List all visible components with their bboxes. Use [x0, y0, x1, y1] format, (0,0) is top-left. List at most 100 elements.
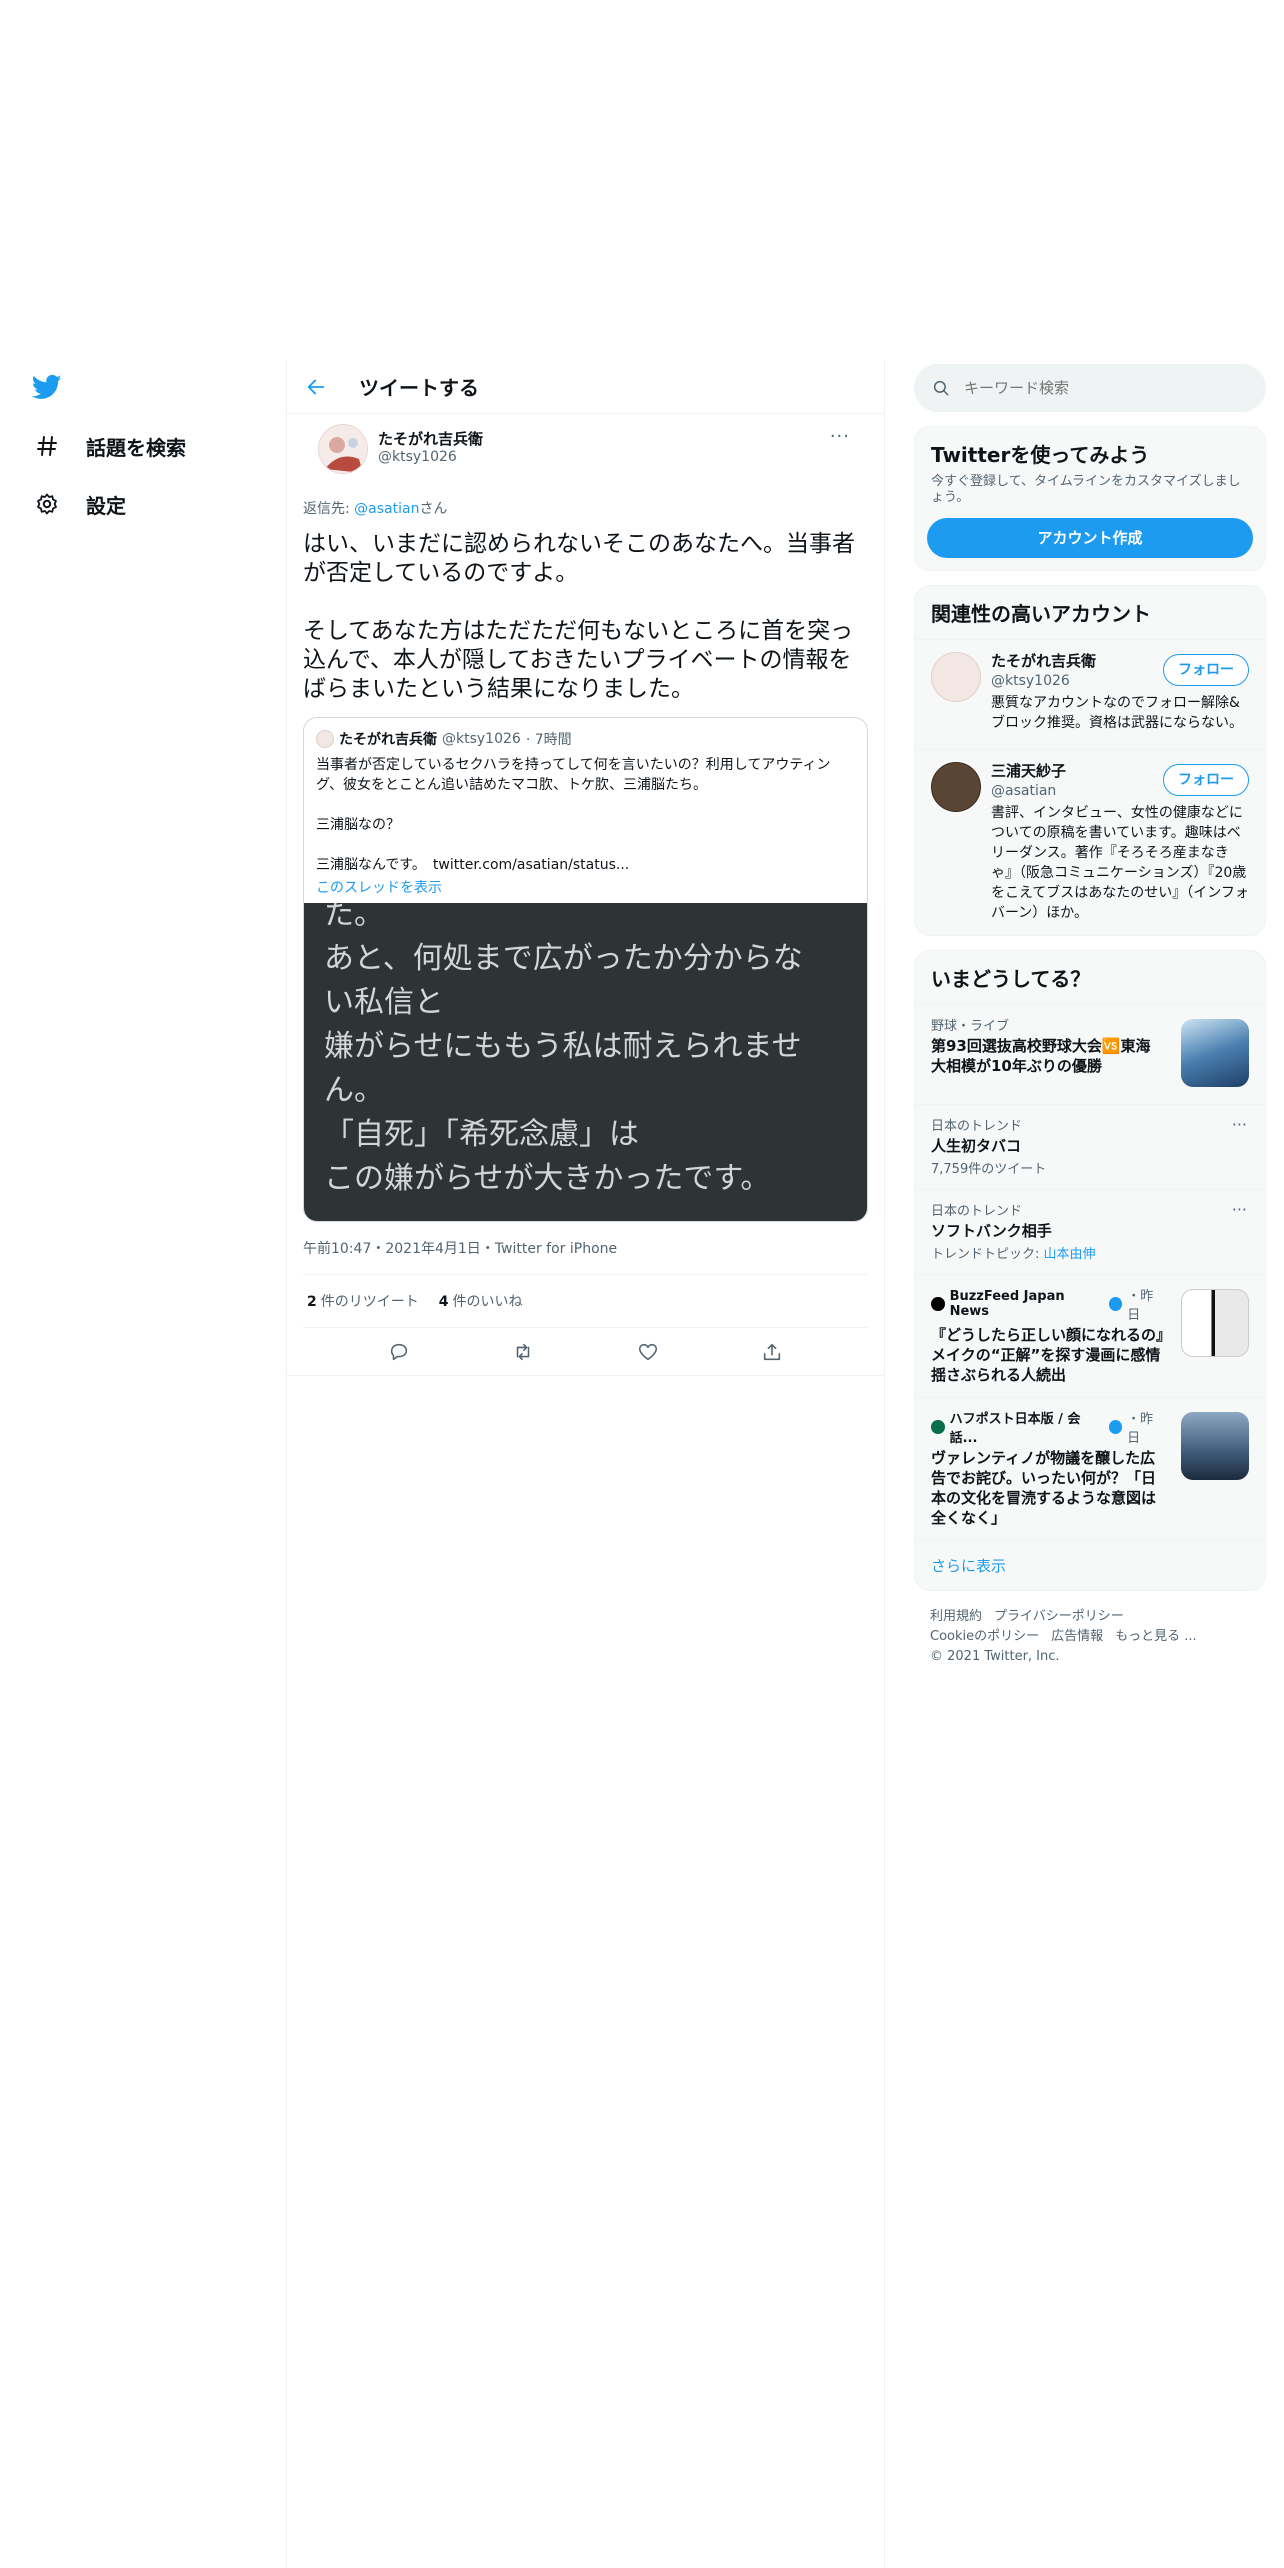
- tweet: たそがれ吉兵衛 @ktsy1026 ··· 返信先: @asatianさん はい…: [287, 414, 884, 1376]
- nav-explore-label: 話題を検索: [86, 435, 186, 460]
- quoted-time: · 7時間: [525, 732, 572, 748]
- more-options-icon[interactable]: ···: [830, 426, 850, 447]
- trend-item[interactable]: 野球・ライブ 第93回選抜高校野球大会🆚東海大相模が10年ぶりの優勝: [915, 1004, 1265, 1104]
- trend-title: ソフトバンク相手: [931, 1222, 1052, 1240]
- news-item[interactable]: BuzzFeed Japan News ・昨日 『どうしたら正しい顔になれるの』…: [915, 1274, 1265, 1397]
- like-stat[interactable]: 4 件のいいね: [439, 1291, 523, 1311]
- image-text-line: 「自死」「希死念慮」は: [324, 1117, 639, 1152]
- gear-icon: [34, 491, 60, 517]
- quoted-tweet[interactable]: たそがれ吉兵衛 @ktsy1026 · 7時間 当事者が否定しているセクハラを持…: [303, 717, 868, 1222]
- news-thumbnail: [1181, 1412, 1249, 1480]
- quoted-text-paragraph: 当事者が否定しているセクハラを持ってして何を言いたいの？利用してアウティング、彼…: [316, 757, 831, 793]
- image-text-line: い私信と: [324, 985, 444, 1020]
- image-text-line: た。: [324, 903, 384, 932]
- nav-explore[interactable]: 話題を検索: [34, 426, 186, 466]
- image-text-line: 嫌がらせにももう私は耐えられませ: [324, 1029, 802, 1064]
- quoted-tweet-text: 当事者が否定しているセクハラを持ってして何を言いたいの？利用してアウティング、彼…: [316, 755, 855, 875]
- like-label: 件のいいね: [452, 1294, 523, 1310]
- tweet-timestamp[interactable]: 午前10:47・2021年4月1日・Twitter for iPhone: [303, 1238, 868, 1258]
- news-item[interactable]: ハフポスト日本版 / 会話... ・昨日 ヴァレンティノが物議を醸した広告でお詫…: [915, 1397, 1265, 1540]
- retweet-label: 件のリツイート: [320, 1294, 419, 1310]
- footer-link[interactable]: 広告情報: [1051, 1629, 1103, 1644]
- tweet-text-paragraph: はい、いまだに認められないそこのあなたへ。当事者が否定しているのですよ。: [303, 531, 855, 586]
- retweet-icon[interactable]: [512, 1341, 534, 1363]
- follow-button[interactable]: フォロー: [1163, 764, 1249, 796]
- footer-row: 利用規約 プライバシーポリシー: [930, 1607, 1250, 1627]
- share-icon[interactable]: [761, 1341, 783, 1363]
- trend-item[interactable]: 日本のトレンド 人生初タバコ 7,759件のツイート ···: [915, 1104, 1265, 1189]
- footer: 利用規約 プライバシーポリシー Cookieのポリシー 広告情報 もっと見る ... …: [914, 1591, 1266, 1683]
- trend-topic-link[interactable]: 山本由伸: [1044, 1247, 1096, 1262]
- related-account[interactable]: 三浦天紗子 @asatian 書評、インタビュー、女性の健康などについての原稿を…: [915, 749, 1265, 935]
- trend-topic-prefix: トレンドトピック:: [931, 1247, 1044, 1262]
- news-thumbnail: [1181, 1289, 1249, 1357]
- footer-link[interactable]: プライバシーポリシー: [994, 1609, 1124, 1624]
- search-box[interactable]: [914, 364, 1266, 412]
- retweet-stat[interactable]: 2 件のリツイート: [307, 1291, 419, 1311]
- author-name[interactable]: たそがれ吉兵衛: [378, 428, 483, 449]
- like-count: 4: [438, 1294, 449, 1310]
- right-sidebar: Twitterを使ってみよう 今すぐ登録して、タイムラインをカスタマイズしましょ…: [914, 360, 1266, 1683]
- nav-settings[interactable]: 設定: [34, 484, 126, 524]
- avatar[interactable]: [318, 424, 368, 474]
- footer-link[interactable]: もっと見る ...: [1115, 1629, 1197, 1644]
- image-text-line: ん。: [324, 1073, 384, 1108]
- trend-title: 第93回選抜高校野球大会🆚東海大相模が10年ぶりの優勝: [931, 1037, 1151, 1075]
- avatar[interactable]: [931, 762, 981, 812]
- show-more-link[interactable]: さらに表示: [915, 1540, 1265, 1590]
- like-icon[interactable]: [637, 1341, 659, 1363]
- trend-item[interactable]: 日本のトレンド ソフトバンク相手 トレンドトピック: 山本由伸 ···: [915, 1189, 1265, 1274]
- follow-button[interactable]: フォロー: [1163, 654, 1249, 686]
- show-thread-link[interactable]: このスレッドを表示: [316, 877, 855, 897]
- reply-mention-link[interactable]: @asatian: [354, 501, 419, 517]
- nav-settings-label: 設定: [86, 493, 126, 518]
- search-icon: [933, 380, 949, 396]
- retweet-count: 2: [307, 1294, 317, 1310]
- footer-link[interactable]: 利用規約: [930, 1609, 982, 1624]
- quoted-author-name: たそがれ吉兵衛: [339, 732, 437, 748]
- signup-title: Twitterを使ってみよう: [931, 443, 1150, 467]
- trend-thumbnail: [1181, 1019, 1249, 1087]
- quoted-tweet-content: たそがれ吉兵衛 @ktsy1026 · 7時間 当事者が否定しているセクハラを持…: [304, 718, 867, 903]
- reply-to: 返信先: @asatianさん: [303, 498, 868, 518]
- trends-panel: いまどうしてる？ 野球・ライブ 第93回選抜高校野球大会🆚東海大相模が10年ぶり…: [914, 950, 1266, 1591]
- search-input[interactable]: [964, 379, 1224, 397]
- more-options-icon[interactable]: ···: [1232, 1115, 1247, 1134]
- account-bio: 悪質なアカウントなのでフォロー解除&ブロック推奨。資格は武器にならない。: [991, 695, 1243, 731]
- image-text-block: た。 あと、何処まで広がったか分からな い私信と 嫌がらせにももう私は耐えられま…: [324, 903, 851, 1201]
- reply-prefix: 返信先:: [303, 501, 355, 517]
- tweet-author: たそがれ吉兵衛 @ktsy1026 ···: [303, 414, 868, 488]
- trend-tweet-count: 7,759件のツイート: [931, 1162, 1047, 1177]
- hashtag-icon: [34, 433, 60, 459]
- signup-panel: Twitterを使ってみよう 今すぐ登録して、タイムラインをカスタマイズしましょ…: [914, 426, 1266, 571]
- reply-icon[interactable]: [388, 1341, 410, 1363]
- trend-topic: トレンドトピック: 山本由伸: [931, 1243, 1249, 1262]
- account-bio: 書評、インタビュー、女性の健康などについての原稿を書いています。趣味はベリーダン…: [991, 805, 1249, 921]
- quoted-tweet-header: たそがれ吉兵衛 @ktsy1026 · 7時間: [316, 729, 855, 749]
- related-accounts-panel: 関連性の高いアカウント たそがれ吉兵衛 @ktsy1026 悪質なアカウントなの…: [914, 585, 1266, 936]
- tweet-stats: 2 件のリツイート 4 件のいいね: [303, 1274, 868, 1328]
- copyright: © 2021 Twitter, Inc.: [930, 1649, 1060, 1664]
- verified-icon: [1108, 1420, 1123, 1434]
- quoted-author-handle: @ktsy1026: [442, 731, 521, 747]
- news-source-name: ハフポスト日本版 / 会話...: [949, 1412, 1081, 1446]
- twitter-logo-icon[interactable]: [30, 372, 64, 402]
- news-source: ハフポスト日本版 / 会話... ・昨日: [931, 1408, 1165, 1446]
- image-text-line: あと、何処まで広がったか分からな: [324, 941, 803, 976]
- related-title: 関連性の高いアカウント: [931, 602, 1151, 626]
- page-header: ツイートする: [287, 360, 884, 414]
- related-account[interactable]: たそがれ吉兵衛 @ktsy1026 悪質なアカウントなのでフォロー解除&ブロック…: [915, 639, 1265, 749]
- create-account-button[interactable]: アカウント作成: [927, 518, 1253, 558]
- author-handle[interactable]: @ktsy1026: [378, 449, 457, 465]
- more-options-icon[interactable]: ···: [1232, 1200, 1247, 1219]
- page-title: ツイートする: [359, 376, 479, 400]
- avatar[interactable]: [931, 652, 981, 702]
- news-title: 『どうしたら正しい顔になれるの』メイクの“正解”を探す漫画に感情揺さぶられる人続…: [931, 1326, 1164, 1384]
- quoted-text-paragraph: 三浦脳なんです。 twitter.com/asatian/status...: [316, 857, 630, 873]
- news-title: ヴァレンティノが物議を醸した広告でお詫び。いったい何が？「日本の文化を冒涜するよ…: [931, 1449, 1157, 1527]
- footer-link[interactable]: Cookieのポリシー: [930, 1629, 1039, 1644]
- quoted-avatar: [316, 730, 334, 748]
- quoted-tweet-image[interactable]: た。 あと、何処まで広がったか分からな い私信と 嫌がらせにももう私は耐えられま…: [304, 903, 867, 1221]
- back-arrow-icon[interactable]: [305, 376, 327, 398]
- quoted-text-paragraph: 三浦脳なの？: [316, 817, 400, 833]
